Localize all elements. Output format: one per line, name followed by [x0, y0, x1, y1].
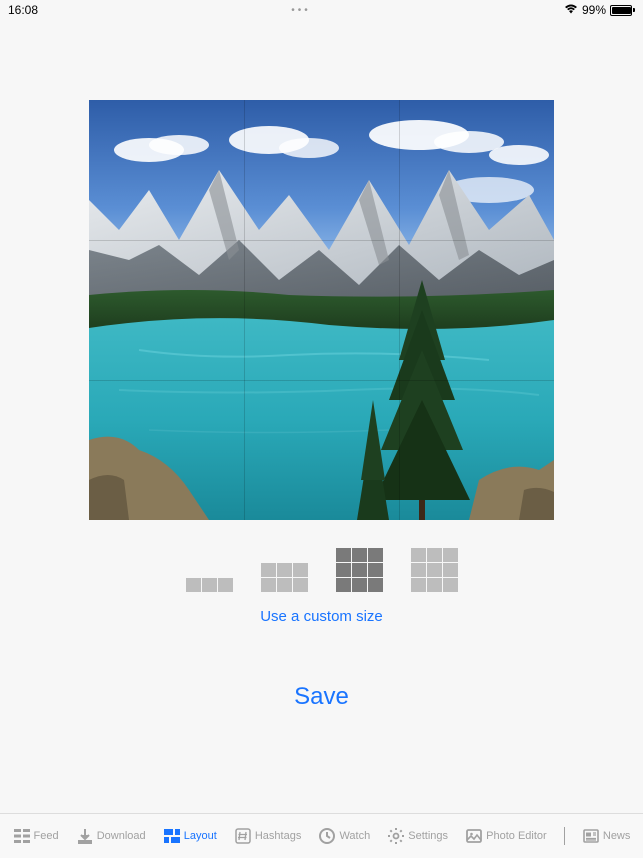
tab-download[interactable]: Download	[76, 827, 146, 845]
battery-percent: 99%	[582, 3, 606, 17]
tab-label: Hashtags	[255, 830, 301, 842]
tab-hashtags[interactable]: Hashtags	[234, 827, 301, 845]
status-bar: 16:08 ••• 99%	[0, 0, 643, 20]
layout-3x3-selected[interactable]	[336, 548, 383, 592]
status-dots: •••	[38, 5, 564, 16]
tab-label: Download	[97, 830, 146, 842]
battery-icon	[610, 5, 635, 16]
custom-size-link[interactable]: Use a custom size	[260, 608, 383, 625]
tab-label: Photo Editor	[486, 830, 547, 842]
tab-settings[interactable]: Settings	[387, 827, 448, 845]
tab-layout[interactable]: Layout	[163, 827, 217, 845]
layout-3x2[interactable]	[261, 563, 308, 592]
status-time: 16:08	[8, 3, 38, 17]
save-button[interactable]: Save	[294, 683, 349, 711]
layout-3x1[interactable]	[186, 578, 233, 592]
tab-watch[interactable]: Watch	[318, 827, 370, 845]
layout-icon	[163, 827, 181, 845]
tab-bar: Feed Download Layout Hashtags Watch Sett…	[0, 813, 643, 858]
feed-icon	[13, 827, 31, 845]
tab-label: Layout	[184, 830, 217, 842]
layout-3x3-alt[interactable]	[411, 548, 458, 592]
wifi-icon	[564, 3, 578, 17]
tab-label: News	[603, 830, 631, 842]
photo-preview[interactable]	[89, 100, 554, 520]
tab-label: Feed	[34, 830, 59, 842]
news-icon	[582, 827, 600, 845]
tab-news[interactable]: News	[582, 827, 631, 845]
layout-options	[186, 548, 458, 592]
tab-label: Settings	[408, 830, 448, 842]
watch-icon	[318, 827, 336, 845]
hashtag-icon	[234, 827, 252, 845]
photo-icon	[465, 827, 483, 845]
tab-photo-editor[interactable]: Photo Editor	[465, 827, 547, 845]
tab-feed[interactable]: Feed	[13, 827, 59, 845]
tab-separator	[564, 827, 565, 845]
settings-icon	[387, 827, 405, 845]
download-icon	[76, 827, 94, 845]
tab-label: Watch	[339, 830, 370, 842]
